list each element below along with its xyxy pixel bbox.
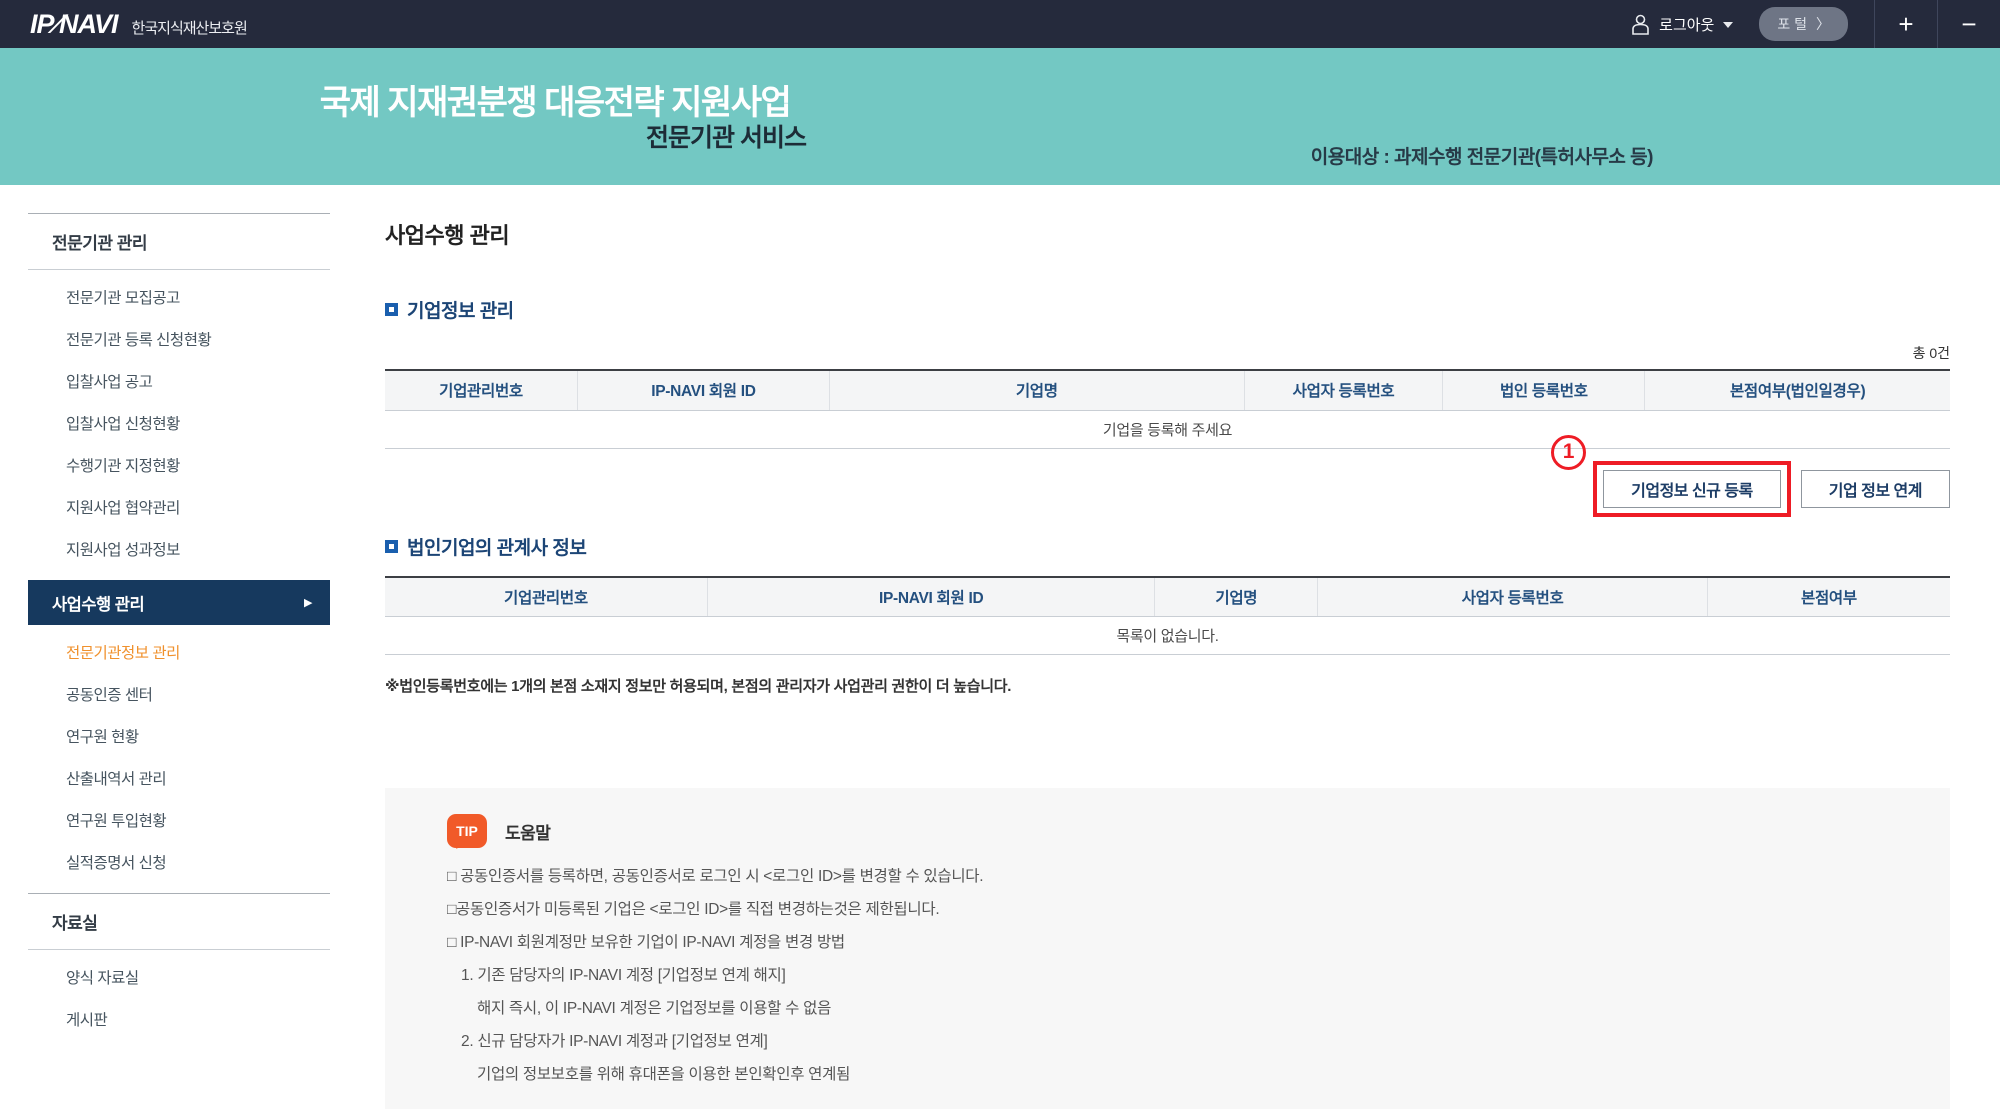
table-header-row: 기업관리번호 IP-NAVI 회원 ID 기업명 사업자 등록번호 법인 등록번…: [385, 370, 1950, 410]
company-info-table: 기업관리번호 IP-NAVI 회원 ID 기업명 사업자 등록번호 법인 등록번…: [385, 369, 1950, 449]
page-title: 사업수행 관리: [385, 218, 1950, 250]
empty-row: 기업을 등록해 주세요: [385, 410, 1950, 448]
tip-line: □ IP-NAVI 회원계정만 보유한 기업이 IP-NAVI 계정을 변경 방…: [447, 926, 1910, 959]
person-icon: [1631, 14, 1650, 35]
affiliate-info-table: 기업관리번호 IP-NAVI 회원 ID 기업명 사업자 등록번호 본점여부 목…: [385, 576, 1950, 656]
col-ipnavi-member-id: IP-NAVI 회원 ID: [577, 370, 829, 410]
section-bullet-icon: [385, 303, 398, 316]
sidebar-item-expert-register-status[interactable]: 전문기관 등록 신청현황: [28, 318, 330, 360]
service-title: 국제 지재권분쟁 대응전략 지원사업: [290, 75, 820, 124]
table-header-row: 기업관리번호 IP-NAVI 회원 ID 기업명 사업자 등록번호 본점여부: [385, 577, 1950, 617]
tip-line: □ 공동인증서를 등록하면, 공동인증서로 로그인 시 <로그인 ID>를 변경…: [447, 860, 1910, 893]
sidebar-section-expert-mgmt: 전문기관 관리: [28, 213, 330, 270]
sidebar-item-performance-cert-request[interactable]: 실적증명서 신청: [28, 841, 330, 883]
register-company-info-button[interactable]: 기업정보 신규 등록: [1603, 470, 1781, 508]
annotation-step-1: 1: [1551, 435, 1586, 470]
link-company-info-button[interactable]: 기업 정보 연계: [1801, 470, 1950, 508]
sidebar-item-bid-notice[interactable]: 입찰사업 공고: [28, 360, 330, 402]
empty-row: 목록이 없습니다.: [385, 617, 1950, 655]
logo-ip: IP: [30, 9, 54, 40]
font-zoom-out-button[interactable]: −: [1938, 0, 2000, 48]
col-corp-reg-no: 법인 등록번호: [1443, 370, 1645, 410]
company-info-section-title: 기업정보 관리: [407, 296, 514, 323]
sidebar-item-researcher-input-status[interactable]: 연구원 투입현황: [28, 799, 330, 841]
sidebar-item-support-performance-info[interactable]: 지원사업 성과정보: [28, 528, 330, 570]
portal-arrow-icon: 〉: [1816, 14, 1830, 34]
sidebar-section-business-exec-mgmt-active[interactable]: 사업수행 관리 ▶: [28, 580, 330, 625]
affiliate-info-section-title: 법인기업의 관계사 정보: [407, 533, 586, 560]
sidebar-item-agency-designation-status[interactable]: 수행기관 지정현황: [28, 444, 330, 486]
section-bullet-icon: [385, 540, 398, 553]
sidebar: 전문기관 관리 전문기관 모집공고 전문기관 등록 신청현황 입찰사업 공고 입…: [28, 213, 330, 1109]
sidebar-item-output-statement-mgmt[interactable]: 산출내역서 관리: [28, 757, 330, 799]
tip-badge-icon: TIP: [447, 814, 487, 848]
portal-button[interactable]: 포 털 〉: [1759, 7, 1848, 41]
logout-label: 로그아웃: [1659, 14, 1714, 35]
chevron-down-icon: [1723, 22, 1733, 33]
sidebar-item-bid-apply-status[interactable]: 입찰사업 신청현황: [28, 402, 330, 444]
sidebar-item-form-archive[interactable]: 양식 자료실: [28, 956, 330, 998]
col-company-name: 기업명: [1155, 577, 1318, 617]
arrow-right-icon: ▶: [304, 596, 312, 609]
active-menu-label: 사업수행 관리: [52, 591, 144, 615]
sidebar-item-researcher-status[interactable]: 연구원 현황: [28, 715, 330, 757]
total-count: 총 0건: [385, 343, 1950, 363]
col-business-reg-no: 사업자 등록번호: [1244, 370, 1443, 410]
sidebar-item-support-agreement-mgmt[interactable]: 지원사업 협약관리: [28, 486, 330, 528]
col-hq-status: 본점여부(법인일경우): [1645, 370, 1950, 410]
font-zoom-in-button[interactable]: +: [1875, 0, 1937, 48]
sidebar-item-joint-cert-center[interactable]: 공동인증 센터: [28, 673, 330, 715]
col-company-mgmt-no: 기업관리번호: [385, 370, 577, 410]
logout-menu[interactable]: 로그아웃: [1631, 14, 1733, 35]
annotation-highlight-box: 1 기업정보 신규 등록: [1593, 461, 1791, 517]
service-subtitle: 전문기관 서비스: [290, 118, 806, 154]
help-title: 도움말: [505, 819, 550, 844]
tip-line: □공동인증서가 미등록된 기업은 <로그인 ID>를 직접 변경하는것은 제한됩…: [447, 893, 1910, 926]
col-ipnavi-member-id: IP-NAVI 회원 ID: [707, 577, 1155, 617]
empty-message: 기업을 등록해 주세요: [385, 410, 1950, 448]
portal-label: 포 털: [1777, 14, 1807, 34]
help-tip-box: TIP 도움말 □ 공동인증서를 등록하면, 공동인증서로 로그인 시 <로그인…: [385, 788, 1950, 1109]
tip-line: 2. 신규 담당자가 IP-NAVI 계정과 [기업정보 연계]: [447, 1025, 1910, 1058]
org-name: 한국지식재산보호원: [132, 17, 247, 38]
col-business-reg-no: 사업자 등록번호: [1318, 577, 1708, 617]
main-content: 사업수행 관리 기업정보 관리 총 0건 기업관리번호 IP-NAVI 회원 I…: [385, 218, 1950, 1109]
sidebar-section-archive: 자료실: [28, 893, 330, 950]
topbar: IP⁄NAVI 한국지식재산보호원 로그아웃 포 털 〉 + −: [0, 0, 2000, 48]
sidebar-item-board[interactable]: 게시판: [28, 998, 330, 1040]
sidebar-item-expert-info-mgmt-current[interactable]: 전문기관정보 관리: [28, 631, 330, 673]
corp-reg-note: ※법인등록번호에는 1개의 본점 소재지 정보만 허용되며, 본점의 관리자가 …: [385, 675, 1950, 696]
logo-navi: NAVI: [59, 9, 118, 40]
tip-line: 해지 즉시, 이 IP-NAVI 계정은 기업정보를 이용할 수 없음: [447, 992, 1910, 1025]
tip-line: 1. 기존 담당자의 IP-NAVI 계정 [기업정보 연계 해지]: [447, 959, 1910, 992]
col-company-mgmt-no: 기업관리번호: [385, 577, 707, 617]
col-hq-status: 본점여부: [1707, 577, 1950, 617]
ipnavi-logo[interactable]: IP⁄NAVI 한국지식재산보호원: [30, 9, 247, 40]
col-company-name: 기업명: [829, 370, 1244, 410]
tip-line: 기업의 정보보호를 위해 휴대폰을 이용한 본인확인후 연계됨: [447, 1058, 1910, 1091]
service-banner: 국제 지재권분쟁 대응전략 지원사업 전문기관 서비스 이용대상 : 과제수행 …: [0, 48, 2000, 185]
sidebar-item-expert-recruit-notice[interactable]: 전문기관 모집공고: [28, 276, 330, 318]
empty-message: 목록이 없습니다.: [385, 617, 1950, 655]
audience-note: 이용대상 : 과제수행 전문기관(특허사무소 등): [1311, 142, 1653, 169]
